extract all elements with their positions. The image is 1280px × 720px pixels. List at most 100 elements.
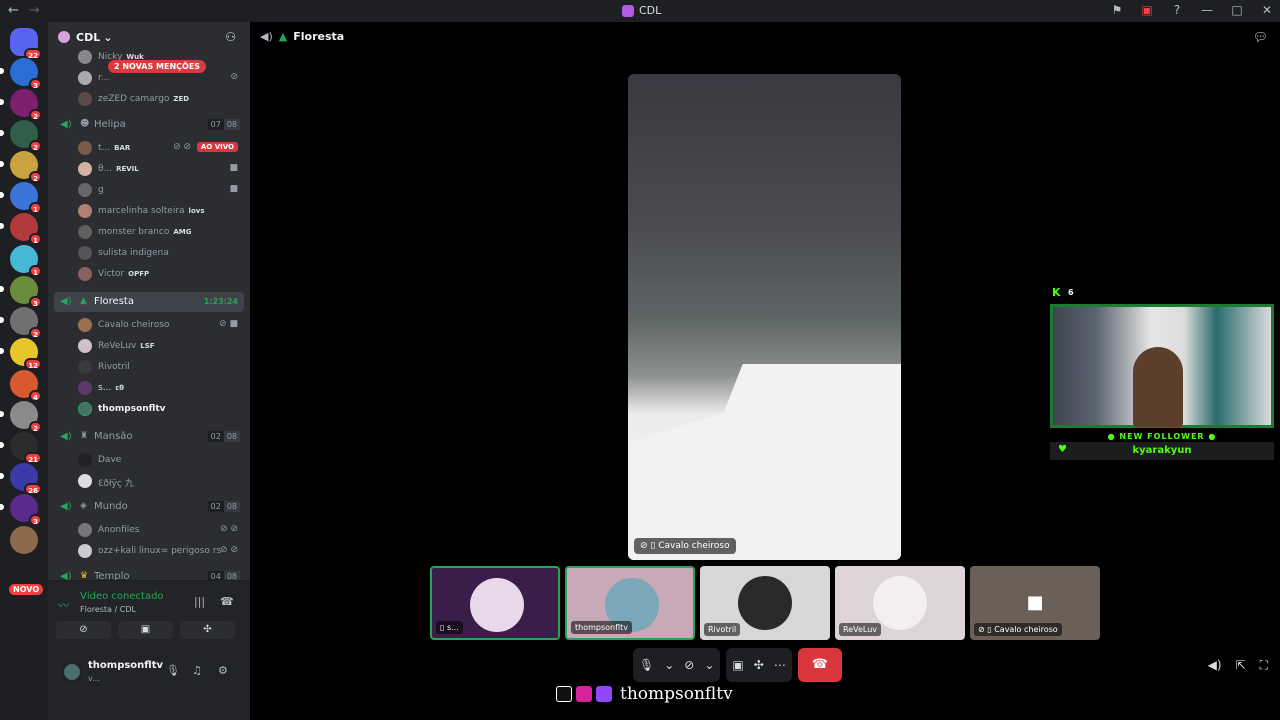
member-row[interactable]: Anonfiles ⊘ ⊘ bbox=[48, 520, 250, 540]
member-row[interactable]: s... εθ bbox=[48, 378, 250, 398]
screen-share-button[interactable]: ▣ bbox=[118, 621, 173, 639]
streamer bbox=[1133, 347, 1183, 427]
server-icon[interactable]: 2 bbox=[10, 120, 42, 152]
server-icon[interactable]: 26 bbox=[10, 463, 42, 495]
server-icon[interactable]: 21 bbox=[10, 432, 42, 464]
activities-button[interactable]: ✣ bbox=[180, 621, 235, 639]
home-button[interactable]: 22 bbox=[10, 28, 42, 60]
avatar[interactable] bbox=[62, 662, 82, 682]
candle-icon: ♜ bbox=[80, 431, 89, 441]
participant-tile[interactable]: Rivotril bbox=[700, 566, 830, 640]
member-row[interactable]: marcelinha solteira lovs bbox=[48, 201, 250, 221]
disconnect-icon[interactable]: ☎ bbox=[220, 595, 234, 608]
member-row[interactable]: monster branco AMG bbox=[48, 222, 250, 242]
muted-icon: ⊘ ⊘ AO VIVO bbox=[173, 142, 238, 152]
call-area: ◀) ▲ Floresta 💬︎ ⊘ ▯ Cavalo cheiroso K 6… bbox=[250, 22, 1280, 720]
screen-icon[interactable]: ▣ bbox=[1140, 3, 1154, 17]
participant-tile[interactable]: ▯ s... bbox=[430, 566, 560, 640]
server-icon[interactable]: 1 bbox=[10, 245, 42, 277]
participant-tile[interactable]: thompsonfltv bbox=[565, 566, 695, 640]
member-row[interactable]: thompsonfltv bbox=[48, 399, 250, 419]
server-icon[interactable]: 2 bbox=[10, 89, 42, 121]
server-icon[interactable]: 2 bbox=[10, 151, 42, 183]
member-row[interactable]: t... BAR ⊘ ⊘ AO VIVO bbox=[48, 138, 250, 158]
chevron-down-icon[interactable]: ⌄ bbox=[704, 658, 714, 672]
speaker-icon: ◀) bbox=[60, 431, 72, 442]
popout-icon[interactable]: ⇱ bbox=[1236, 658, 1246, 673]
forward-arrow-icon[interactable]: → bbox=[29, 3, 40, 18]
voice-channel-mundo[interactable]: ◀) ◈ Mundo 02 08 bbox=[54, 497, 244, 517]
user-count: 02 08 bbox=[207, 431, 240, 442]
member-row[interactable]: Ɛðłÿç 九 bbox=[48, 471, 250, 491]
settings-icon[interactable]: ⚙ bbox=[218, 664, 228, 677]
member-row[interactable]: sulista indigena bbox=[48, 243, 250, 263]
fullscreen-icon[interactable]: ⛶ bbox=[1260, 658, 1268, 673]
microphone-icon[interactable]: 🎙︎ bbox=[639, 658, 654, 672]
server-icon[interactable] bbox=[10, 526, 38, 554]
server-icon[interactable]: 2 bbox=[10, 401, 42, 433]
back-arrow-icon[interactable]: ← bbox=[8, 3, 19, 18]
member-row[interactable]: ReVeLuv LSF bbox=[48, 336, 250, 356]
camera-icon: ■ bbox=[229, 163, 238, 173]
avatar bbox=[78, 183, 92, 197]
voice-channel-floresta[interactable]: ◀) ▲ Floresta 1:23:24 bbox=[54, 292, 244, 312]
avatar bbox=[78, 50, 92, 64]
avatar bbox=[78, 544, 92, 558]
voice-channel-helipa[interactable]: ◀) ☻ Helipa 07 08 bbox=[54, 115, 244, 135]
member-row[interactable]: θ... REVIL ■ bbox=[48, 159, 250, 179]
headphones-icon[interactable]: ♫ bbox=[192, 664, 202, 677]
tile-label: Rivotril bbox=[704, 623, 741, 636]
minimize-icon[interactable]: — bbox=[1200, 3, 1214, 17]
activities-icon[interactable]: ✣ bbox=[754, 658, 764, 672]
member-row[interactable]: zeZED camargo ZED bbox=[48, 89, 250, 109]
volume-icon[interactable]: ◀) bbox=[1208, 658, 1222, 673]
avatar bbox=[78, 204, 92, 218]
server-icon[interactable]: 3 bbox=[10, 58, 42, 90]
tree-icon: ▲ bbox=[80, 296, 87, 306]
member-row[interactable]: Victor OPFP bbox=[48, 264, 250, 284]
avatar bbox=[78, 141, 92, 155]
channel-sidebar: CDL ⌄ ⚇ 2 NOVAS MENÇÕES Nicky Wuk r... ⊘ … bbox=[48, 22, 250, 720]
focused-video-stream[interactable]: ⊘ ▯ Cavalo cheiroso bbox=[628, 74, 901, 560]
server-icon[interactable]: 4 bbox=[10, 370, 42, 402]
microphone-icon[interactable]: 🎙︎ bbox=[166, 664, 180, 677]
server-name: CDL bbox=[76, 30, 101, 44]
server-icon[interactable]: 1 bbox=[10, 182, 42, 214]
participant-tile[interactable]: ReVeLuv bbox=[835, 566, 965, 640]
inbox-icon[interactable]: ⚑ bbox=[1110, 3, 1124, 17]
server-icon[interactable]: 12 bbox=[10, 338, 42, 370]
more-icon[interactable]: ⋯ bbox=[774, 658, 786, 672]
member-row[interactable]: ozz+kali linux= perigoso rs ⊘ ⊘ bbox=[48, 541, 250, 561]
new-mentions-pill[interactable]: 2 NOVAS MENÇÕES bbox=[108, 60, 207, 73]
camera-icon: ■ bbox=[229, 184, 238, 194]
help-icon[interactable]: ? bbox=[1170, 3, 1184, 17]
video-off-button[interactable]: ⊘ bbox=[56, 621, 111, 639]
chat-icon[interactable]: 💬︎ bbox=[1253, 30, 1268, 44]
avatar bbox=[78, 402, 92, 416]
member-row[interactable]: Dave bbox=[48, 450, 250, 470]
member-row[interactable]: g ■ bbox=[48, 180, 250, 200]
add-member-icon[interactable]: ⚇ bbox=[225, 30, 236, 44]
server-icon[interactable]: 3 bbox=[10, 494, 42, 526]
follower-name: kyarakyun bbox=[1050, 442, 1274, 460]
chevron-down-icon[interactable]: ⌄ bbox=[664, 658, 674, 672]
close-icon[interactable]: ✕ bbox=[1260, 3, 1274, 17]
voice-channel-mansao[interactable]: ◀) ♜ Mansão 02 08 bbox=[54, 427, 244, 447]
server-icon[interactable]: 3 bbox=[10, 276, 42, 308]
server-icon[interactable]: 2 bbox=[10, 307, 42, 339]
participant-tile[interactable]: ■ ⊘ ▯ Cavalo cheiroso bbox=[970, 566, 1100, 640]
avatar bbox=[78, 339, 92, 353]
noise-suppression-icon[interactable]: ||| bbox=[194, 595, 205, 608]
camera-off-icon[interactable]: ⊘ bbox=[684, 658, 694, 672]
server-icon[interactable]: 1 bbox=[10, 213, 42, 245]
hang-up-button[interactable]: ☎ bbox=[797, 648, 842, 682]
member-row[interactable]: Cavalo cheiroso ⊘ ■ bbox=[48, 315, 250, 335]
deafened-icon: ⊘ bbox=[230, 72, 238, 82]
avatar bbox=[78, 360, 92, 374]
ufo-icon: ◈ bbox=[80, 501, 87, 511]
screen-share-icon[interactable]: ▣ bbox=[732, 658, 743, 672]
member-row[interactable]: Rivotril bbox=[48, 357, 250, 377]
twitch-icon bbox=[596, 686, 612, 702]
maximize-icon[interactable]: □ bbox=[1230, 3, 1244, 17]
speaker-icon: ◀) bbox=[60, 296, 72, 307]
